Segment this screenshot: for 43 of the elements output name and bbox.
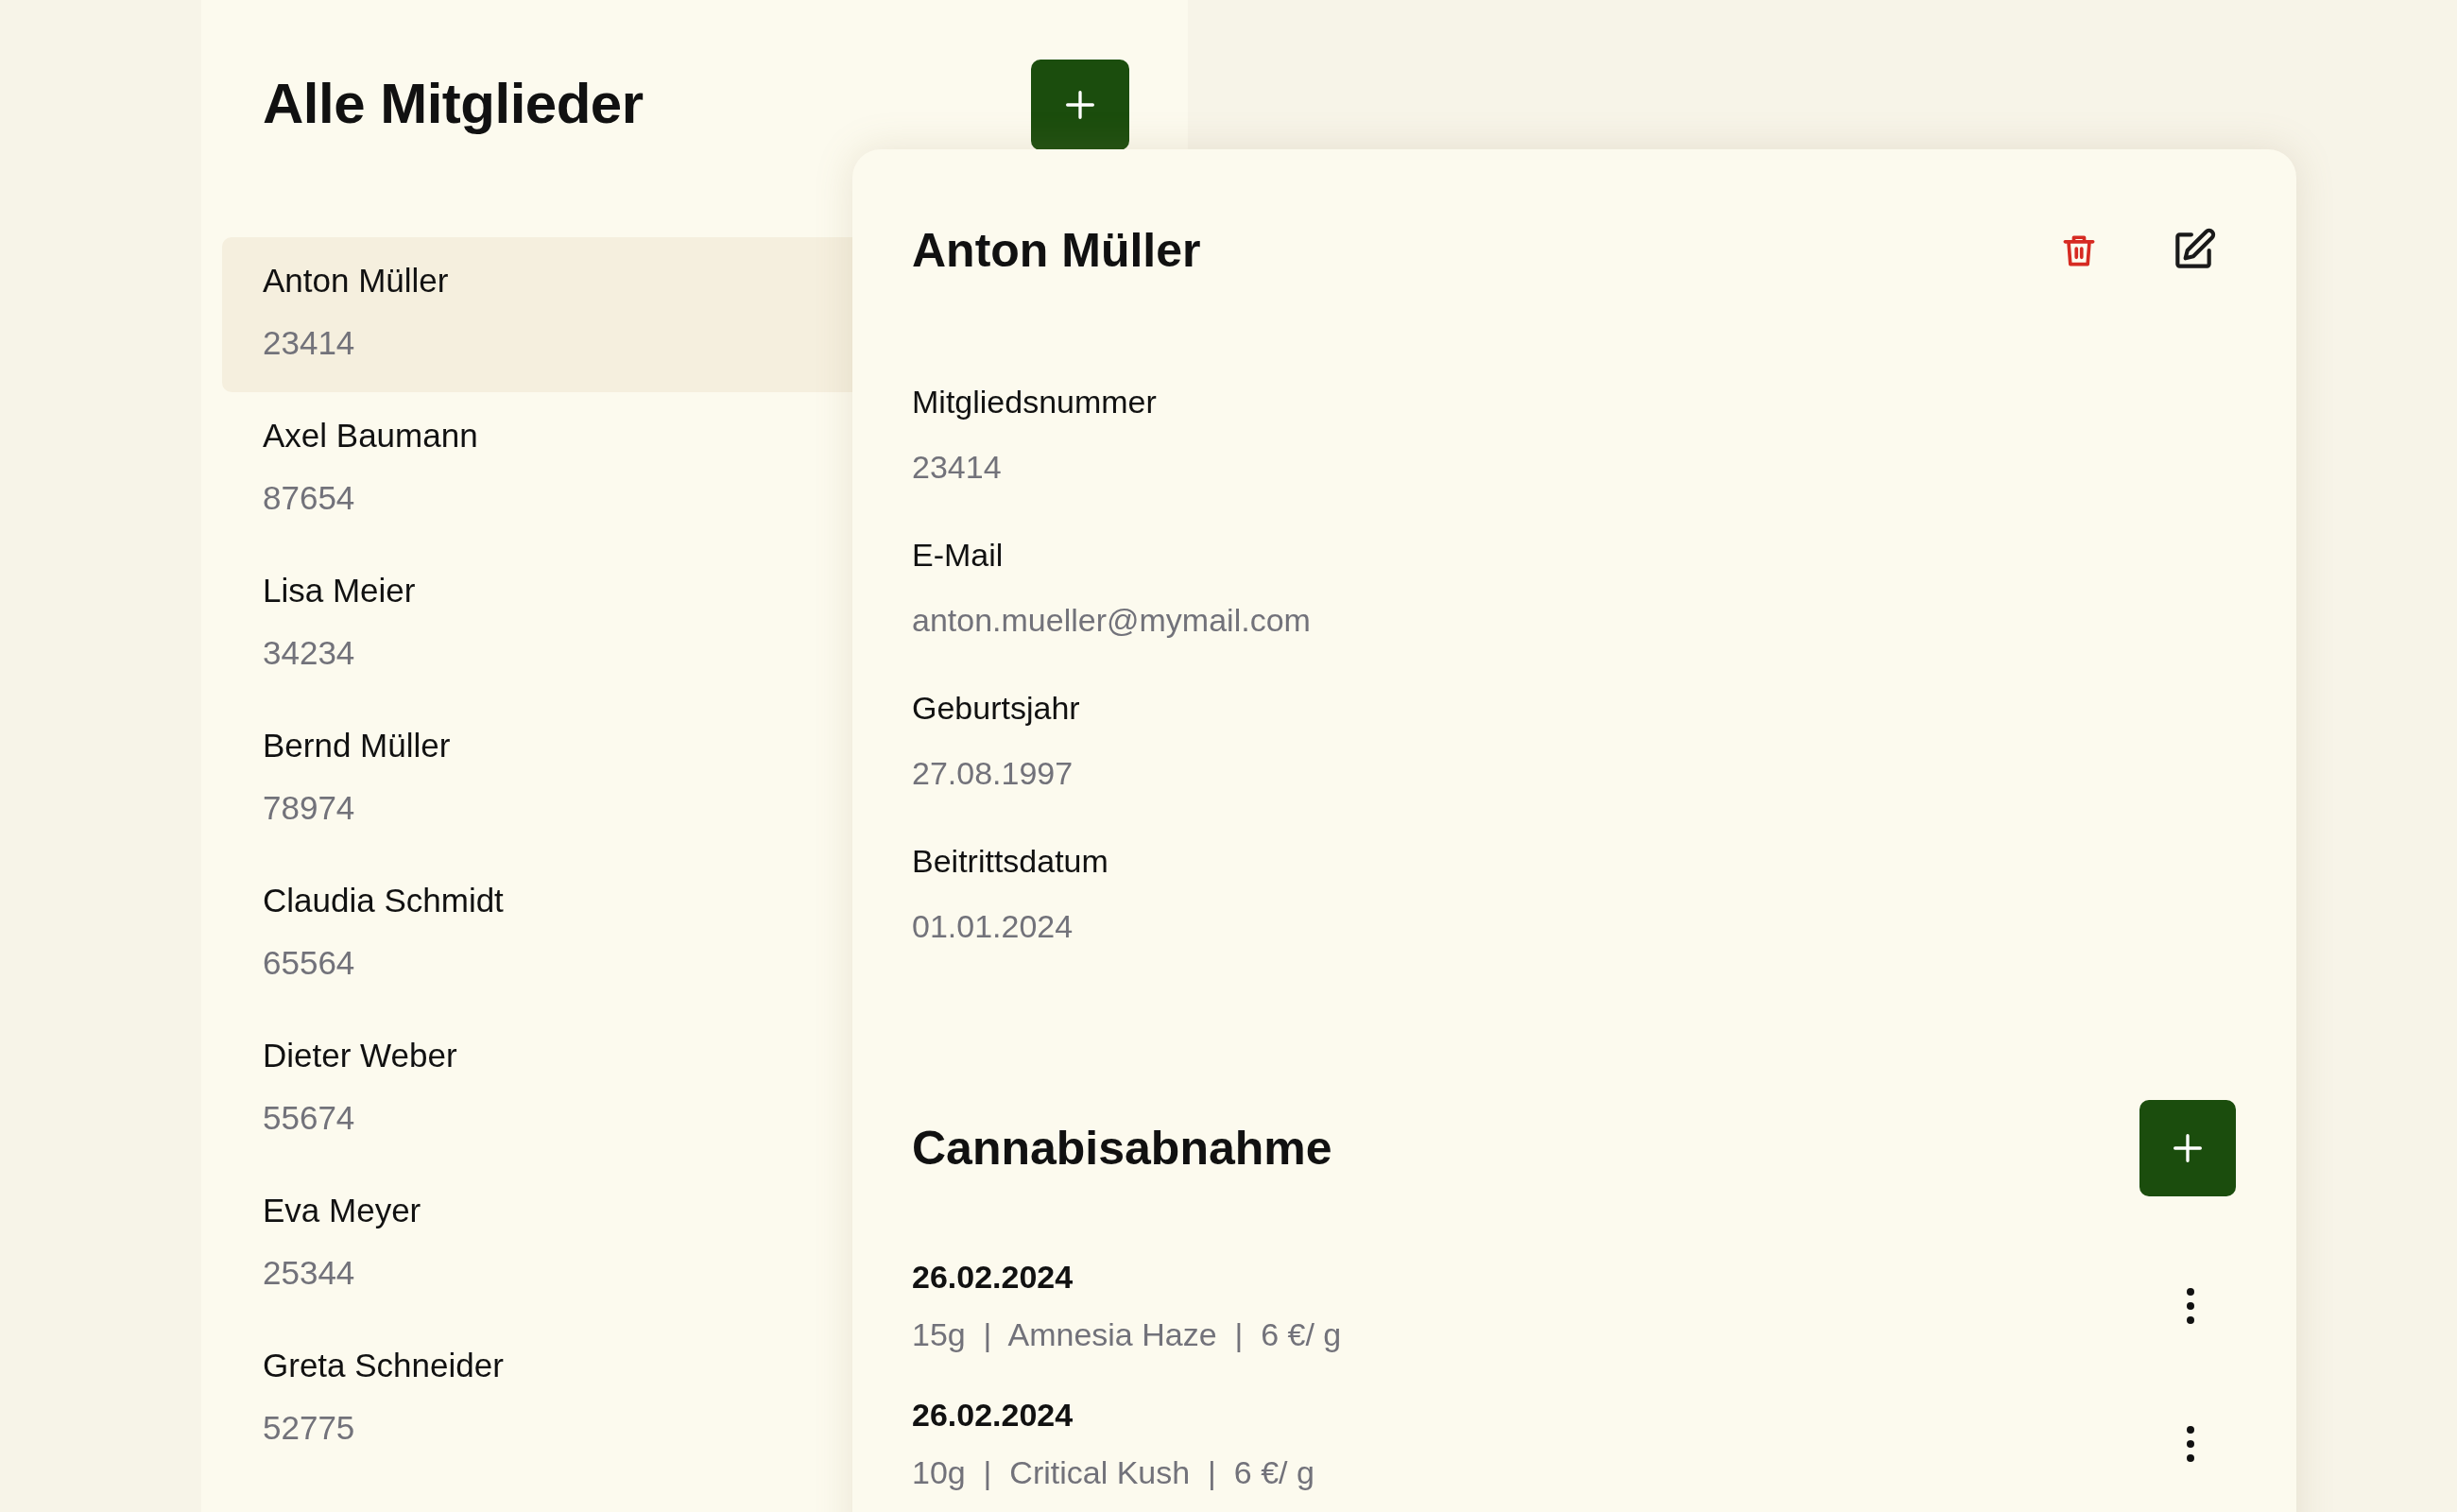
purchase-details: 15g | Amnesia Haze | 6 €/ g <box>912 1316 1342 1353</box>
member-number: 23414 <box>263 324 355 362</box>
purchase-date: 26.02.2024 <box>912 1397 1074 1434</box>
member-number: 52775 <box>263 1409 355 1447</box>
field-value: 01.01.2024 <box>912 908 1074 945</box>
field-label: Beitrittsdatum <box>912 843 1108 880</box>
member-number: 87654 <box>263 479 355 517</box>
member-name: Eva Meyer <box>263 1192 421 1229</box>
member-number: 78974 <box>263 789 355 827</box>
member-item[interactable]: Claudia Schmidt 65564 <box>222 857 852 1012</box>
member-number: 55674 <box>263 1099 355 1137</box>
field-value: 23414 <box>912 449 1002 486</box>
field-label: Mitgliedsnummer <box>912 384 1157 421</box>
list-title: Alle Mitglieder <box>263 71 644 136</box>
member-name: Anton Müller <box>263 262 449 300</box>
member-name: Claudia Schmidt <box>263 882 504 919</box>
member-item[interactable]: Eva Meyer 25344 <box>222 1167 852 1322</box>
member-name: Greta Schneider <box>263 1347 504 1384</box>
member-name: Lisa Meier <box>263 572 416 610</box>
more-options-icon[interactable] <box>2185 1425 2196 1463</box>
purchase-details: 10g | Critical Kush | 6 €/ g <box>912 1454 1314 1491</box>
member-number: 65564 <box>263 944 355 982</box>
member-title: Anton Müller <box>912 223 1201 278</box>
member-name: Dieter Weber <box>263 1037 457 1074</box>
field-value: anton.mueller@mymail.com <box>912 602 1311 639</box>
member-number: 25344 <box>263 1254 355 1292</box>
member-item[interactable]: Greta Schneider 52775 <box>222 1322 852 1477</box>
field-label: E-Mail <box>912 537 1004 574</box>
more-options-icon[interactable] <box>2185 1287 2196 1325</box>
field-label: Geburtsjahr <box>912 690 1080 727</box>
field-value: 27.08.1997 <box>912 755 1074 792</box>
member-name: Bernd Müller <box>263 727 451 765</box>
member-name: Axel Baumann <box>263 417 478 455</box>
member-item[interactable]: Axel Baumann 87654 <box>222 392 852 547</box>
add-purchase-button[interactable] <box>2139 1100 2236 1196</box>
member-item[interactable]: Bernd Müller 78974 <box>222 702 852 857</box>
purchase-date: 26.02.2024 <box>912 1259 1074 1296</box>
section-title: Cannabisabnahme <box>912 1121 1332 1176</box>
member-item[interactable]: Anton Müller 23414 <box>222 237 852 392</box>
member-item[interactable]: Lisa Meier 34234 <box>222 547 852 702</box>
member-number: 34234 <box>263 634 355 672</box>
member-item[interactable]: Dieter Weber 55674 <box>222 1012 852 1167</box>
add-member-button[interactable] <box>1031 60 1129 150</box>
